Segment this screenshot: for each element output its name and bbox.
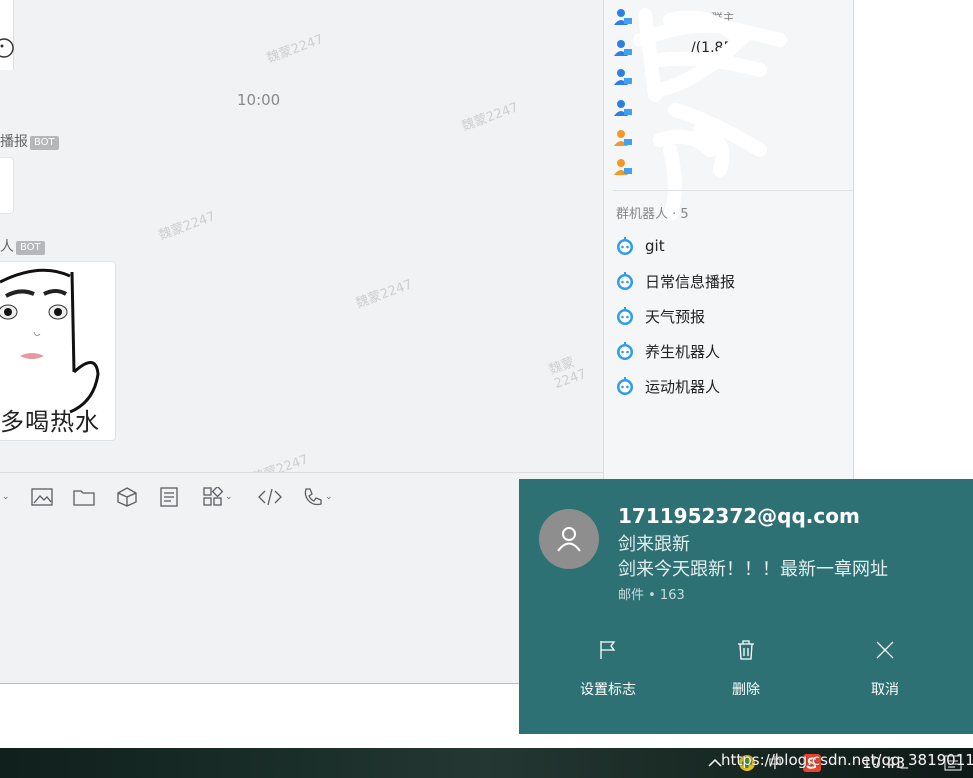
apps-icon[interactable]: ⌄ [203, 485, 233, 509]
chevron-down-icon[interactable]: ⌄ [2, 485, 10, 509]
user-icon [614, 130, 632, 146]
bots-section-title: 群机器人 · 5 [616, 207, 689, 222]
watermark: 魏蒙2247 [156, 209, 218, 244]
bot-item-daily-broadcast[interactable]: 日常信息播报 [615, 270, 735, 292]
member-item[interactable] [613, 127, 643, 149]
section-divider [613, 190, 853, 191]
member-role: · 群主 [703, 10, 735, 25]
folder-icon[interactable] [73, 485, 95, 509]
sticker-image[interactable]: 多喝热水 [0, 261, 116, 441]
watermark: 魏蒙2247 [353, 277, 415, 312]
close-icon [876, 641, 894, 659]
bot-badge: BOT [16, 241, 45, 255]
bot-item-git[interactable]: git [615, 235, 665, 257]
robot-icon [617, 377, 633, 395]
member-name-suffix: /(1.85) [691, 40, 738, 56]
bot-name: 日常信息播报 [645, 272, 736, 291]
dismiss-button[interactable]: 取消 [825, 639, 945, 709]
bot-item-weather[interactable]: 天气预报 [615, 305, 705, 327]
message-sender: 播报 BOT [0, 131, 59, 151]
user-icon [614, 69, 632, 85]
sender-name: 人 [0, 239, 14, 255]
member-item[interactable]: · 群主 [613, 6, 735, 28]
delete-label: 删除 [732, 682, 760, 698]
delete-button[interactable]: 删除 [686, 639, 806, 709]
sender-avatar [539, 509, 599, 569]
notification-app-meta: 邮件 • 163 [618, 588, 685, 603]
member-item[interactable]: /(1.85) [613, 37, 738, 59]
bot-item-sports[interactable]: 运动机器人 [615, 375, 720, 397]
member-item[interactable] [613, 66, 643, 88]
flag-icon [600, 641, 616, 659]
sender-name: 播报 [0, 134, 28, 150]
cube-icon[interactable] [117, 485, 137, 509]
member-item[interactable] [613, 156, 643, 178]
notification-preview: 剑来今天跟新！！！最新一章网址 [618, 559, 888, 580]
chat-message-area[interactable]: 魏蒙2247 魏蒙2247 魏蒙2247 魏蒙2247 魏蒙2247 魏蒙224… [0, 0, 603, 487]
watermark: 魏蒙2247 [264, 32, 326, 67]
set-flag-label: 设置标志 [580, 682, 636, 698]
message-bubble[interactable] [0, 157, 14, 214]
dismiss-label: 取消 [871, 682, 899, 698]
user-icon [614, 100, 632, 116]
set-flag-button[interactable]: 设置标志 [548, 639, 668, 709]
bot-name: 养生机器人 [645, 342, 721, 361]
watermark: 魏蒙2247 [547, 354, 589, 393]
chevron-down-icon[interactable]: ⌄ [225, 492, 233, 502]
robot-icon [617, 307, 633, 325]
chevron-down-icon[interactable]: ⌄ [325, 492, 333, 502]
url-watermark: https://blog.csdn.net/qq_38190111 [721, 751, 973, 769]
bot-name: 天气预报 [645, 307, 706, 326]
watermark: 魏蒙2247 [459, 100, 521, 135]
robot-icon [617, 342, 633, 360]
sticker-caption: 多喝热水 [0, 408, 100, 436]
robot-icon [617, 237, 633, 255]
mail-notification-toast[interactable]: 1711952372@qq.com 剑来跟新 剑来今天跟新！！！最新一章网址 邮… [519, 479, 973, 734]
notification-sender: 1711952372@qq.com [618, 504, 860, 528]
message-input[interactable]: ⌄ ⌄ ⌄ [0, 472, 603, 684]
user-icon [614, 9, 632, 25]
member-item[interactable] [613, 97, 643, 119]
message-sender: 人 BOT [0, 236, 45, 256]
phone-icon[interactable]: ⌄ [303, 485, 333, 509]
message-timestamp: 10:00 [237, 91, 281, 109]
document-icon[interactable] [160, 485, 178, 509]
trash-icon [738, 640, 754, 660]
code-icon[interactable] [257, 485, 283, 509]
avatar[interactable] [0, 0, 14, 70]
screen: 魏蒙2247 魏蒙2247 魏蒙2247 魏蒙2247 魏蒙2247 魏蒙224… [0, 0, 973, 778]
bot-name: git [645, 237, 665, 255]
user-icon [614, 159, 632, 175]
bot-badge: BOT [30, 136, 59, 150]
bot-item-health[interactable]: 养生机器人 [615, 340, 720, 362]
bot-name: 运动机器人 [645, 377, 721, 396]
user-icon [614, 40, 632, 56]
notification-subject: 剑来跟新 [618, 534, 690, 555]
person-icon [557, 527, 581, 552]
image-icon[interactable] [31, 485, 53, 509]
robot-icon [617, 272, 633, 290]
